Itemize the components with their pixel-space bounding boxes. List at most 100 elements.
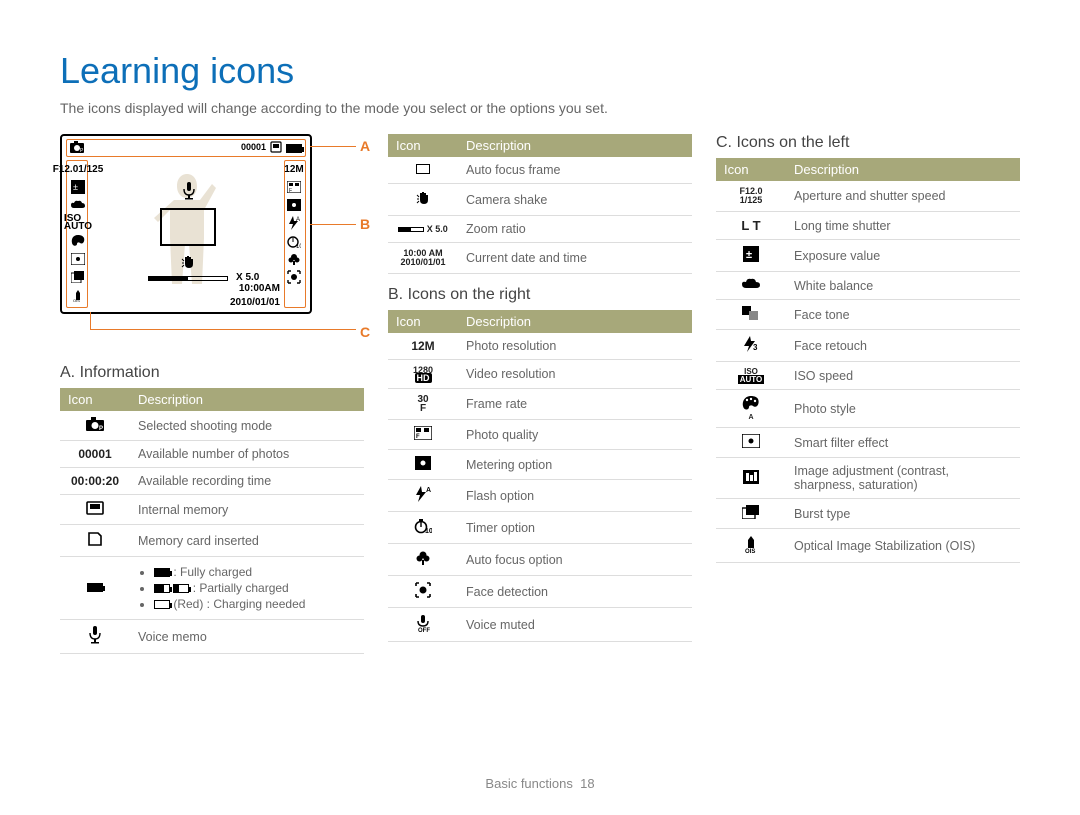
shake-icon [180,254,196,273]
table-row: APhoto style [716,390,1020,428]
table-a: IconDescription PSelected shooting mode … [60,388,364,654]
rectime-icon: 00:00:20 [60,468,130,495]
table-row: Auto focus option [388,544,692,576]
table-row: ±Exposure value [716,240,1020,272]
table-row: FPhoto quality [388,420,692,450]
page-footer: Basic functions 18 [0,776,1080,791]
count-icon: 00001 [60,441,130,468]
svg-text:OIS: OIS [73,298,80,302]
svg-text:OFF: OFF [418,628,430,632]
burst-icon [70,270,86,284]
zoom-text: X 5.0 [236,272,259,283]
table-row: Smart filter effect [716,428,1020,458]
table-b: IconDescription 12MPhoto resolution 1280… [388,310,692,642]
svg-text:±: ± [746,249,752,261]
svg-text:A: A [426,487,431,494]
th-desc: Description [458,310,692,333]
battery-full-icon [87,583,103,592]
table-row: Burst type [716,499,1020,529]
table-row: 00001Available number of photos [60,441,364,468]
svg-text:10: 10 [296,244,301,248]
svg-text:P: P [99,426,103,431]
metering-icon [286,198,302,212]
th-icon: Icon [388,134,458,157]
table-row: 30FFrame rate [388,389,692,420]
af-frame-icon [416,164,430,174]
column-left: P 00001 F12.01/125 ± ISOAUTO [60,134,364,654]
adjustment-icon [743,470,759,484]
label-c: C [360,324,370,340]
table-row: 00:00:20Available recording time [60,468,364,495]
facetone-icon [742,306,760,320]
page-title: Learning icons [60,50,1020,92]
table-row: 3Face retouch [716,330,1020,362]
table-row: Auto focus frame [388,157,692,184]
smartfilter-icon [70,252,86,266]
camera-icon: P [86,417,104,431]
battery-states-list: : Fully charged : Partially charged (Red… [138,565,356,611]
section-a-title: A. Information [60,364,364,382]
svg-text:F: F [416,434,420,440]
facedetect-icon [286,270,302,284]
table-row: Face tone [716,300,1020,330]
svg-text:±: ± [73,182,78,192]
video-res-icon: 1280HD [388,360,458,389]
iso-icon: ISOAUTO [70,216,86,230]
time-text: 10:00AM [239,283,280,294]
table-row: Memory card inserted [60,525,364,557]
camera-mode-icon: P [70,141,84,156]
palette-icon [742,396,760,411]
table-row: PSelected shooting mode [60,411,364,441]
cloud-icon [741,278,761,290]
quality-icon: F [414,426,432,440]
macro-icon [415,550,431,566]
th-icon: Icon [716,158,786,181]
mic-icon [182,182,196,203]
macro-icon [286,252,302,266]
table-row: 1280HDVideo resolution [388,360,692,389]
table-row: X 5.0Zoom ratio [388,216,692,243]
metering-icon [415,456,431,470]
svg-text:3: 3 [753,343,758,352]
res-12m-icon: 12M [388,333,458,360]
timer-icon: 10 [286,234,302,248]
table-row: 10:00 AM2010/01/01Current date and time [388,243,692,274]
section-b-title: B. Icons on the right [388,286,692,304]
th-icon: Icon [388,310,458,333]
table-c: IconDescription F12.01/125Aperture and s… [716,158,1020,563]
flash-icon: A [286,216,302,230]
th-icon: Icon [60,388,130,411]
table-row: OISOptical Image Stabilization (OIS) [716,529,1020,563]
aperture-shutter-icon: F12.01/125 [716,181,786,212]
intro-text: The icons displayed will change accordin… [60,100,1020,116]
facedetect-icon [415,582,431,598]
burst-icon [742,505,760,519]
date-text: 2010/01/01 [230,297,280,308]
table-row: Camera shake [388,184,692,216]
svg-text:A: A [296,217,300,223]
table-row: : Fully charged : Partially charged (Red… [60,557,364,620]
th-desc: Description [458,134,692,157]
memory-icon [270,141,282,156]
autofocus-frame-icon [160,208,216,246]
shake-icon [415,190,431,206]
smartfilter-icon [742,434,760,448]
th-desc: Description [786,158,1020,181]
camera-diagram: P 00001 F12.01/125 ± ISOAUTO [60,134,350,344]
palette-icon [70,234,86,248]
iso-icon: ISOAUTO [716,362,786,390]
quality-icon: F [286,180,302,194]
svg-text:10: 10 [425,528,432,534]
table-row: Metering option [388,450,692,480]
table-row: White balance [716,272,1020,300]
table-row: AFlash option [388,480,692,512]
table-row: 10Timer option [388,512,692,544]
column-middle: IconDescription Auto focus frame Camera … [388,134,692,654]
cloud-icon [70,198,86,212]
framerate-icon: 30F [388,389,458,420]
table-row: L TLong time shutter [716,212,1020,240]
res-12m-icon: 12M [286,162,302,176]
th-desc: Description [130,388,364,411]
mic-icon [88,626,102,644]
aperture-shutter-icon: F12.01/125 [66,162,90,176]
